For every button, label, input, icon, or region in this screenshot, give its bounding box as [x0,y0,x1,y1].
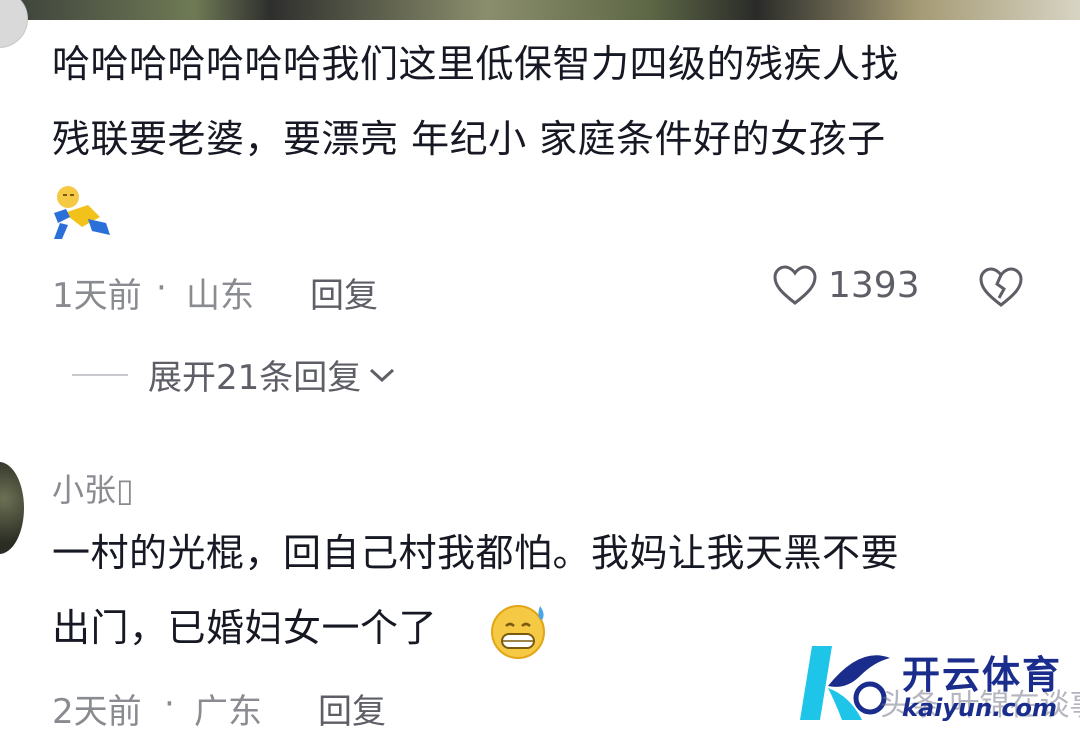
avatar[interactable] [0,462,24,554]
heart-icon [773,265,817,305]
grinning-sweat-emoji [491,605,545,659]
falling-person-emoji [54,186,110,239]
username[interactable]: 小张▯ [52,465,134,511]
comment-time: 2天前 [52,692,142,732]
expand-replies-button[interactable]: 展开21条回复 [72,350,397,399]
avatar[interactable] [0,0,28,48]
comment-text-line: 哈哈哈哈哈哈哈我们这里低保智力四级的残疾人找 [52,42,900,86]
comment-time: 1天前 [52,276,142,316]
comment-location: 山东 [186,276,254,316]
comment-text-line: 一村的光棍，回自己村我都怕。我妈让我天黑不要 [52,531,900,575]
chevron-down-icon [370,368,395,382]
watermark: 头条 叶锦在谈事 开云体育 kaiyun.com [780,628,1080,739]
comment-text-line: 残联要老婆，要漂亮 年纪小 家庭条件好的女孩子 [52,117,886,161]
watermark-title: 开云体育 [902,653,1063,697]
divider-line [72,373,128,376]
meta-separator: · [156,268,167,308]
broken-heart-icon[interactable] [978,266,1024,308]
top-image-strip [0,0,1080,20]
meta-separator: · [164,684,175,724]
expand-replies-label: 展开21条回复 [148,358,362,398]
like-count: 1393 [828,264,920,306]
comment-text-line: 出门，已婚妇女一个了 [52,606,438,650]
reply-button[interactable]: 回复 [318,684,386,733]
watermark-url: kaiyun.com [902,694,1058,722]
like-button[interactable]: 1393 [772,264,920,306]
reply-button[interactable]: 回复 [310,268,378,317]
comment-location: 广东 [194,692,262,732]
